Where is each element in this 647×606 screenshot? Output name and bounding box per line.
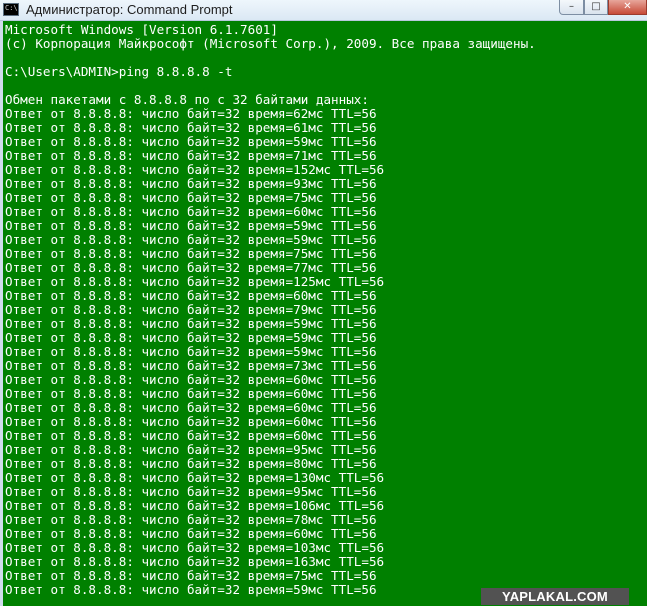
console-line: Ответ от 8.8.8.8: число байт=32 время=59…	[5, 134, 377, 149]
console-line: C:\Users\ADMIN>ping 8.8.8.8 -t	[5, 64, 233, 79]
console-line: Ответ от 8.8.8.8: число байт=32 время=60…	[5, 526, 377, 541]
console-line: Ответ от 8.8.8.8: число байт=32 время=60…	[5, 288, 377, 303]
console-line: Ответ от 8.8.8.8: число байт=32 время=59…	[5, 232, 377, 247]
console-line: Ответ от 8.8.8.8: число байт=32 время=77…	[5, 260, 377, 275]
console-line: Ответ от 8.8.8.8: число байт=32 время=60…	[5, 400, 377, 415]
maximize-button[interactable]: □	[584, 0, 608, 15]
console-line: Ответ от 8.8.8.8: число байт=32 время=73…	[5, 358, 377, 373]
console-line: Ответ от 8.8.8.8: число байт=32 время=79…	[5, 302, 377, 317]
console-line: Ответ от 8.8.8.8: число байт=32 время=71…	[5, 148, 377, 163]
console-line: Ответ от 8.8.8.8: число байт=32 время=62…	[5, 106, 377, 121]
console-line: Ответ от 8.8.8.8: число байт=32 время=10…	[5, 498, 385, 513]
console-line: Ответ от 8.8.8.8: число байт=32 время=12…	[5, 274, 385, 289]
console-line: Microsoft Windows [Version 6.1.7601]	[5, 22, 278, 37]
console-line: Ответ от 8.8.8.8: число байт=32 время=59…	[5, 316, 377, 331]
console-line: Ответ от 8.8.8.8: число байт=32 время=75…	[5, 568, 377, 583]
console-line: Ответ от 8.8.8.8: число байт=32 время=16…	[5, 554, 385, 569]
console-line: Ответ от 8.8.8.8: число байт=32 время=59…	[5, 344, 377, 359]
watermark-badge: YAPLAKAL.COM	[481, 588, 629, 605]
console-output-area[interactable]: Microsoft Windows [Version 6.1.7601] (c) …	[3, 21, 647, 606]
console-line: Ответ от 8.8.8.8: число байт=32 время=80…	[5, 456, 377, 471]
console-line: Ответ от 8.8.8.8: число байт=32 время=95…	[5, 442, 377, 457]
console-line: Ответ от 8.8.8.8: число байт=32 время=13…	[5, 470, 385, 485]
console-line: Ответ от 8.8.8.8: число байт=32 время=78…	[5, 512, 377, 527]
console-line: Ответ от 8.8.8.8: число байт=32 время=93…	[5, 176, 377, 191]
console-line: Обмен пакетами с 8.8.8.8 по с 32 байтами…	[5, 92, 369, 107]
close-button[interactable]: ✕	[608, 0, 647, 15]
console-line: Ответ от 8.8.8.8: число байт=32 время=10…	[5, 540, 385, 555]
title-bar[interactable]: C:\ Администратор: Command Prompt – □ ✕	[0, 0, 647, 21]
console-line: (c) Корпорация Майкрософт (Microsoft Cor…	[5, 36, 536, 51]
console-line: Ответ от 8.8.8.8: число байт=32 время=61…	[5, 120, 377, 135]
command-prompt-window: C:\ Администратор: Command Prompt – □ ✕ …	[0, 0, 647, 606]
minimize-button[interactable]: –	[559, 0, 584, 15]
console-line: Ответ от 8.8.8.8: число байт=32 время=60…	[5, 386, 377, 401]
console-line: Ответ от 8.8.8.8: число байт=32 время=15…	[5, 162, 385, 177]
console-line: Ответ от 8.8.8.8: число байт=32 время=75…	[5, 190, 377, 205]
console-line: Ответ от 8.8.8.8: число байт=32 время=59…	[5, 218, 377, 233]
console-line: Ответ от 8.8.8.8: число байт=32 время=95…	[5, 484, 377, 499]
console-line: Ответ от 8.8.8.8: число байт=32 время=59…	[5, 582, 377, 597]
window-title: Администратор: Command Prompt	[26, 2, 233, 17]
console-line: Ответ от 8.8.8.8: число байт=32 время=75…	[5, 246, 377, 261]
console-line: Ответ от 8.8.8.8: число байт=32 время=60…	[5, 428, 377, 443]
console-line: Ответ от 8.8.8.8: число байт=32 время=59…	[5, 330, 377, 345]
console-lines: Microsoft Windows [Version 6.1.7601] (c) …	[5, 23, 536, 597]
console-line: Ответ от 8.8.8.8: число байт=32 время=60…	[5, 414, 377, 429]
console-line: Ответ от 8.8.8.8: число байт=32 время=60…	[5, 204, 377, 219]
console-line: Ответ от 8.8.8.8: число байт=32 время=60…	[5, 372, 377, 387]
console-app-icon[interactable]: C:\	[3, 3, 19, 16]
